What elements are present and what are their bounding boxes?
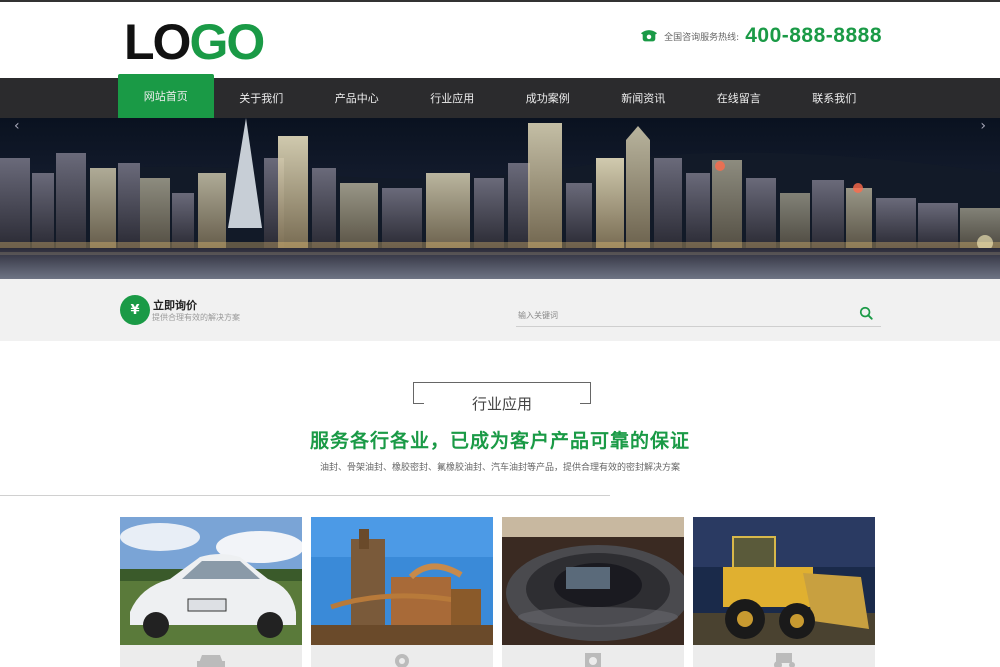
industry-card-machinery[interactable] [693, 517, 875, 667]
hotline: 全国咨询服务热线: 400-888-8888 [640, 24, 882, 48]
section-description: 油封、骨架油封、橡胶密封、氟橡胶油封、汽车油封等产品，提供合理有效的密封解决方案 [319, 463, 680, 473]
city-skyline-image [0, 118, 1000, 279]
search-box [516, 303, 881, 327]
site-header: LO GO 全国咨询服务热线: 400-888-8888 [0, 0, 1000, 78]
section-title-text: 行业应用 [461, 395, 542, 413]
nav-item-industry[interactable]: 行业应用 [405, 78, 501, 118]
nav-item-message[interactable]: 在线留言 [691, 78, 787, 118]
car-icon [197, 655, 225, 667]
nav-item-contact[interactable]: 联系我们 [787, 78, 883, 118]
seal-image [502, 517, 684, 645]
hotline-number: 400-888-8888 [745, 24, 882, 47]
nav-item-cases[interactable]: 成功案例 [500, 78, 596, 118]
hero-banner: ‹ › [0, 118, 1000, 279]
banner-next-arrow[interactable]: › [980, 118, 986, 134]
nav-item-about[interactable]: 关于我们 [214, 78, 310, 118]
banner-prev-arrow[interactable]: ‹ [14, 118, 20, 134]
search-icon[interactable] [859, 306, 873, 320]
tractor-icon [774, 653, 795, 667]
inquiry-subtitle: 提供合理有效的解决方案 [152, 313, 240, 322]
machinery-image [693, 517, 875, 645]
main-nav: 网站首页 关于我们 产品中心 行业应用 成功案例 新闻资讯 在线留言 联系我们 [0, 74, 1000, 118]
section-divider [0, 495, 610, 496]
logo-text-left: LO [124, 14, 191, 70]
gear-icon [395, 654, 409, 667]
hotline-label: 全国咨询服务热线: [664, 32, 740, 43]
nav-item-news[interactable]: 新闻资讯 [596, 78, 692, 118]
inquiry-bar: ¥ 立即询价 提供合理有效的解决方案 [0, 279, 1000, 341]
nav-item-products[interactable]: 产品中心 [309, 78, 405, 118]
section-title: 行业应用 [413, 393, 591, 414]
phone-icon [641, 30, 658, 42]
site-logo[interactable]: LO GO [124, 14, 265, 70]
search-input[interactable] [516, 305, 836, 326]
industrial-image [311, 517, 493, 645]
industry-card-industrial[interactable] [311, 517, 493, 667]
industry-card-automotive[interactable] [120, 517, 302, 667]
inquiry-title[interactable]: 立即询价 [153, 297, 197, 313]
nav-items: 网站首页 关于我们 产品中心 行业应用 成功案例 新闻资讯 在线留言 联系我们 [118, 74, 883, 118]
washer-icon [585, 653, 601, 667]
yuan-icon: ¥ [120, 295, 150, 325]
section-heading: 服务各行各业，已成为客户产品可靠的保证 [309, 430, 690, 452]
automotive-image [120, 517, 302, 645]
industry-cards [120, 517, 875, 667]
nav-item-home[interactable]: 网站首页 [118, 74, 214, 118]
logo-text-right: GO [189, 14, 265, 70]
industry-card-seal[interactable] [502, 517, 684, 667]
